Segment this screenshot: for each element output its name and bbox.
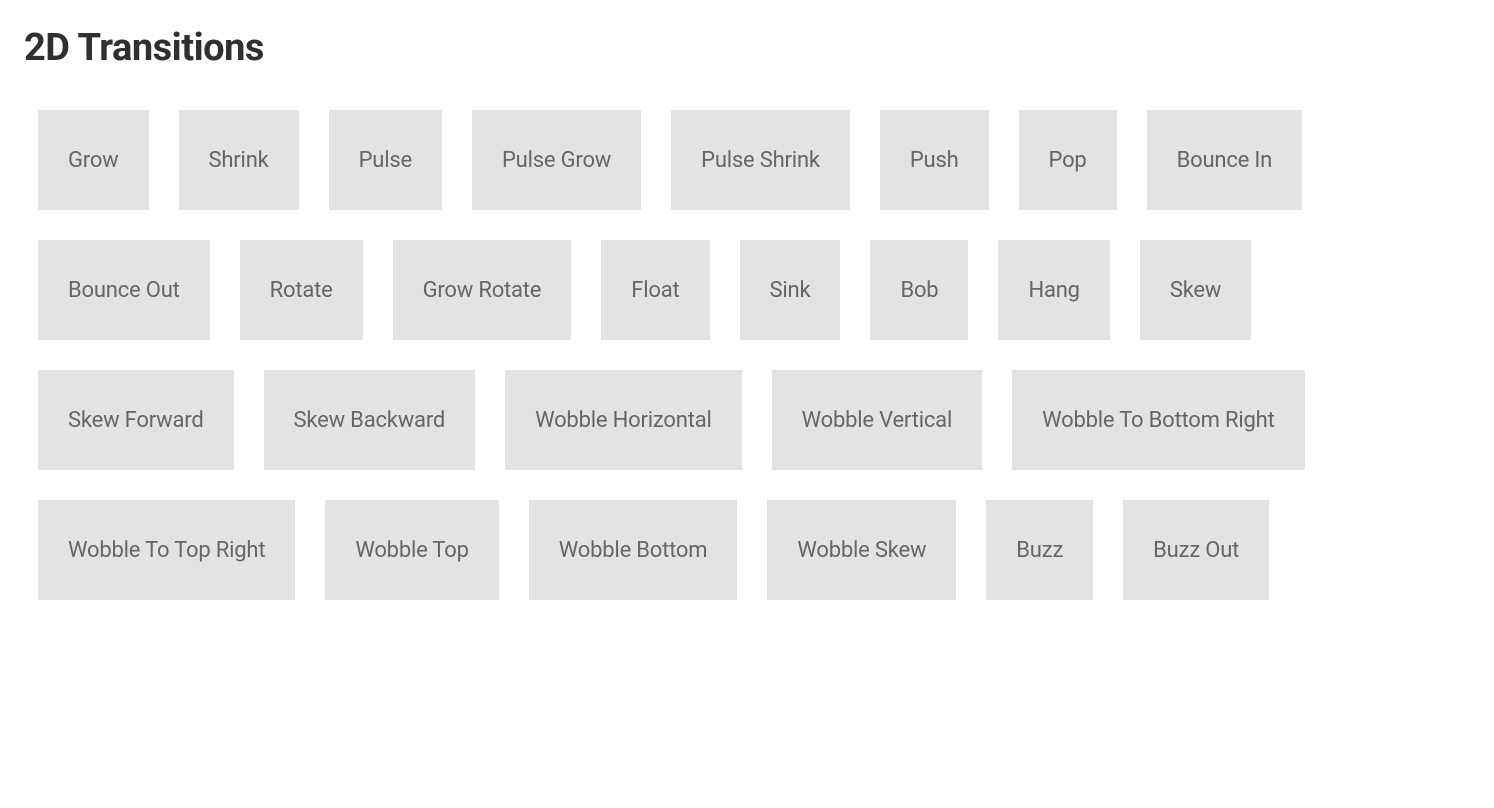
effect-button-pulse[interactable]: Pulse [329,110,442,210]
effect-button-grow-rotate[interactable]: Grow Rotate [393,240,572,340]
effect-button-buzz-out[interactable]: Buzz Out [1123,500,1269,600]
effect-button-pulse-grow[interactable]: Pulse Grow [472,110,641,210]
effect-button-wobble-skew[interactable]: Wobble Skew [767,500,956,600]
effect-button-pop[interactable]: Pop [1019,110,1117,210]
effect-button-shrink[interactable]: Shrink [179,110,299,210]
effect-button-wobble-to-top-right[interactable]: Wobble To Top Right [38,500,295,600]
effect-button-wobble-to-bottom-right[interactable]: Wobble To Bottom Right [1012,370,1304,470]
effect-button-wobble-bottom[interactable]: Wobble Bottom [529,500,738,600]
effect-button-wobble-top[interactable]: Wobble Top [325,500,498,600]
effect-button-skew-backward[interactable]: Skew Backward [264,370,476,470]
effect-button-buzz[interactable]: Buzz [986,500,1093,600]
effect-button-wobble-vertical[interactable]: Wobble Vertical [772,370,983,470]
effect-button-bounce-out[interactable]: Bounce Out [38,240,210,340]
effect-button-bob[interactable]: Bob [870,240,968,340]
effects-grid: Grow Shrink Pulse Pulse Grow Pulse Shrin… [24,110,1454,600]
effect-button-skew[interactable]: Skew [1140,240,1251,340]
effect-button-grow[interactable]: Grow [38,110,149,210]
section-title: 2D Transitions [24,26,1470,70]
effect-button-push[interactable]: Push [880,110,989,210]
effect-button-sink[interactable]: Sink [740,240,841,340]
effect-button-bounce-in[interactable]: Bounce In [1147,110,1303,210]
effect-button-pulse-shrink[interactable]: Pulse Shrink [671,110,850,210]
effect-button-hang[interactable]: Hang [998,240,1109,340]
effect-button-skew-forward[interactable]: Skew Forward [38,370,234,470]
effect-button-rotate[interactable]: Rotate [240,240,363,340]
effect-button-wobble-horizontal[interactable]: Wobble Horizontal [505,370,742,470]
effect-button-float[interactable]: Float [601,240,709,340]
